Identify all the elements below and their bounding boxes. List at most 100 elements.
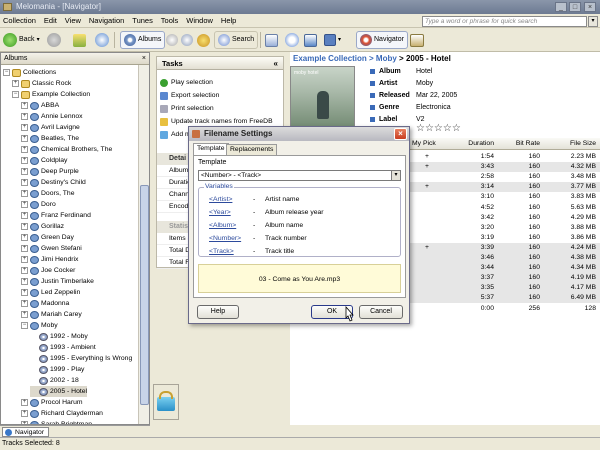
expand-icon[interactable]: + (21, 135, 28, 142)
tree-scrollbar[interactable] (138, 65, 149, 424)
task-export-selection[interactable]: Export selection (160, 90, 219, 102)
expand-icon[interactable]: + (21, 267, 28, 274)
expand-icon[interactable]: + (21, 124, 28, 131)
variable-token[interactable]: <Artist> (209, 195, 253, 205)
album-cover[interactable]: moby hotel (290, 66, 355, 131)
tunes-button[interactable] (197, 31, 210, 49)
help-button[interactable]: Help (197, 305, 239, 319)
maximize-button[interactable]: □ (569, 2, 581, 12)
genres-button[interactable] (181, 31, 193, 49)
col-duration[interactable]: Duration (458, 138, 494, 150)
tree-item[interactable]: 2002 - 18 (30, 375, 79, 386)
tree-item[interactable]: + Richard Clayderman (21, 408, 103, 419)
expand-icon[interactable]: + (21, 146, 28, 153)
dialog-title-bar[interactable]: Filename Settings × (189, 127, 409, 141)
forward-button[interactable] (47, 31, 61, 49)
variable-token[interactable]: <Number> (209, 234, 253, 244)
back-button[interactable]: Back ▾ (3, 31, 40, 49)
col-bit-rate[interactable]: Bit Rate (502, 138, 540, 150)
expand-icon[interactable]: + (21, 234, 28, 241)
quick-search-input[interactable]: Type a word or phrase for quick search (422, 16, 587, 27)
view-dropdown[interactable]: ▾ (324, 31, 341, 49)
expand-icon[interactable]: + (21, 190, 28, 197)
breadcrumb-collection[interactable]: Example Collection (293, 54, 367, 63)
tree-item[interactable]: 1995 - Everything Is Wrong (30, 353, 132, 364)
refresh-button[interactable] (95, 31, 109, 49)
variable-token[interactable]: <Track> (209, 247, 253, 257)
expand-icon[interactable]: + (21, 289, 28, 296)
expand-icon[interactable]: + (21, 300, 28, 307)
quick-search-dropdown[interactable]: ▾ (588, 16, 598, 27)
tree-item[interactable]: + Gwen Stefani (21, 243, 82, 254)
navigator-button[interactable]: Navigator (356, 31, 408, 49)
tree-item[interactable]: 1999 - Play (30, 364, 84, 375)
tab-template[interactable]: Template (193, 143, 229, 155)
expand-icon[interactable]: + (21, 201, 28, 208)
template-combobox[interactable]: <Number> - <Track> ▾ (198, 170, 401, 181)
expand-icon[interactable]: + (21, 410, 28, 417)
expand-icon[interactable]: + (21, 421, 28, 424)
tree-item[interactable]: + Beatles, The (21, 133, 79, 144)
tab-navigator[interactable]: Navigator (2, 427, 50, 437)
rating-stars[interactable]: ☆☆☆☆☆ (416, 124, 461, 134)
expand-icon[interactable]: + (21, 212, 28, 219)
tasks-header[interactable]: Tasks « (157, 57, 283, 70)
tree-item[interactable]: + Destiny's Child (21, 177, 86, 188)
tree-item[interactable]: + Joe Cocker (21, 265, 75, 276)
task-add[interactable]: Add m (160, 129, 191, 141)
artists-button[interactable] (166, 31, 178, 49)
chevron-down-icon[interactable]: ▾ (391, 171, 400, 180)
tree-item[interactable]: − Example Collection (12, 89, 90, 100)
basket-button[interactable] (410, 31, 424, 49)
expand-icon[interactable]: + (21, 223, 28, 230)
tree-item[interactable]: + ABBA (21, 100, 59, 111)
tree-item[interactable]: + Doro (21, 199, 56, 210)
tab-replacements[interactable]: Replacements (226, 144, 278, 155)
menu-view[interactable]: View (62, 14, 84, 28)
tree-item[interactable]: + Mariah Carey (21, 309, 82, 320)
tree-item[interactable]: + Annie Lennox (21, 111, 83, 122)
tree-item[interactable]: + Avril Lavigne (21, 122, 80, 133)
minimize-button[interactable]: _ (555, 2, 567, 12)
dialog-close-icon[interactable]: × (394, 128, 407, 140)
scrollbar-thumb[interactable] (140, 185, 149, 405)
expand-icon[interactable]: + (21, 399, 28, 406)
menu-window[interactable]: Window (183, 14, 216, 28)
collapse-icon[interactable]: − (12, 91, 19, 98)
variable-token[interactable]: <Album> (209, 221, 253, 231)
tree-item[interactable]: + Doors, The (21, 188, 75, 199)
expand-icon[interactable]: + (21, 256, 28, 263)
tree-item[interactable]: 1993 - Ambient (30, 342, 96, 353)
search-button[interactable]: Search (214, 31, 259, 49)
zoom-button[interactable] (285, 31, 299, 49)
expand-icon[interactable]: + (21, 311, 28, 318)
view-mode-button[interactable] (304, 31, 317, 49)
breadcrumb-artist[interactable]: Moby (376, 54, 397, 63)
tree-item[interactable]: + Deep Purple (21, 166, 79, 177)
tree-item[interactable]: + Madonna (21, 298, 69, 309)
expand-icon[interactable]: + (21, 179, 28, 186)
tree-item[interactable]: 1992 - Moby (30, 331, 88, 342)
tree-item[interactable]: + Led Zeppelin (21, 287, 80, 298)
expand-icon[interactable]: + (21, 168, 28, 175)
tree-item[interactable]: + Green Day (21, 232, 74, 243)
close-button[interactable]: × (584, 2, 596, 12)
tree-item[interactable]: + Procol Harum (21, 397, 83, 408)
tree-item[interactable]: + Jimi Hendrix (21, 254, 78, 265)
tree-item[interactable]: + Classic Rock (12, 78, 71, 89)
expand-icon[interactable]: + (21, 102, 28, 109)
variable-token[interactable]: <Year> (209, 208, 253, 218)
collapse-icon[interactable]: − (3, 69, 10, 76)
expand-icon[interactable]: + (12, 80, 19, 87)
cancel-button[interactable]: Cancel (359, 305, 403, 319)
col-my-pick[interactable]: My Pick (412, 138, 442, 150)
menu-tunes[interactable]: Tunes (129, 14, 156, 28)
menu-edit[interactable]: Edit (41, 14, 60, 28)
tree-item[interactable]: + Coldplay (21, 155, 67, 166)
tree-item[interactable]: − Moby (21, 320, 58, 331)
menu-navigation[interactable]: Navigation (86, 14, 127, 28)
expand-icon[interactable]: + (21, 113, 28, 120)
close-panel-icon[interactable]: × (142, 53, 146, 65)
basket-icon[interactable] (153, 384, 179, 420)
task-play-selection[interactable]: Play selection (160, 77, 213, 89)
